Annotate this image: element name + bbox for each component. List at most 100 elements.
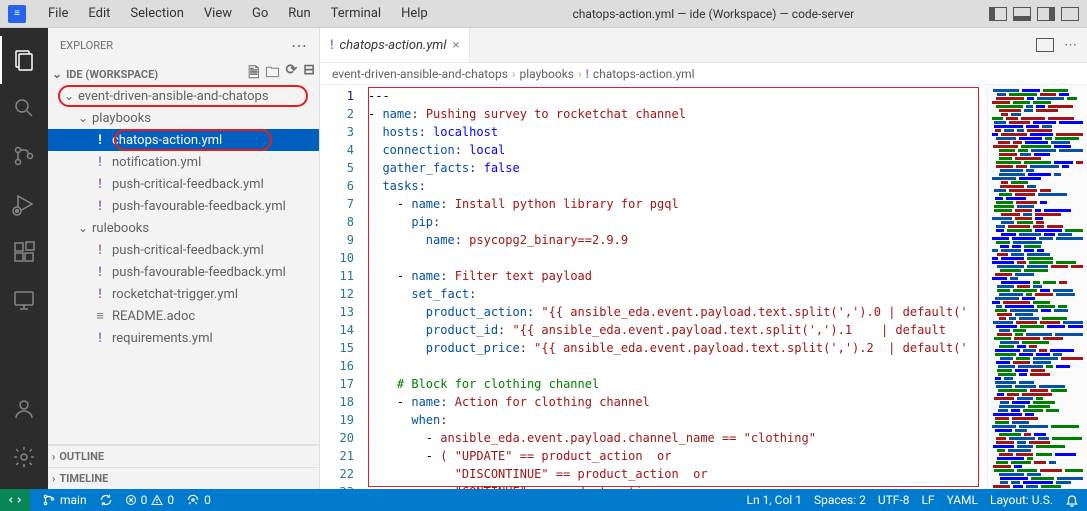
tree-file-notification[interactable]: ! notification.yml bbox=[48, 151, 319, 173]
file-tree: ⌄ event-driven-ansible-and-chatops ⌄ pla… bbox=[48, 85, 319, 444]
status-encoding[interactable]: UTF-8 bbox=[878, 493, 910, 507]
tree-file-requirements[interactable]: ⌄ ! requirements.yml bbox=[48, 327, 319, 349]
status-notifications-icon[interactable] bbox=[1065, 493, 1079, 507]
yaml-file-icon: ! bbox=[586, 67, 589, 81]
tree-label: notification.yml bbox=[112, 155, 201, 170]
tree-file-push-critical-2[interactable]: ! push-critical-feedback.yml bbox=[48, 239, 319, 261]
tree-label: rulebooks bbox=[92, 221, 149, 236]
toggle-sidebar-icon[interactable] bbox=[989, 7, 1007, 21]
tab-bar: ! chatops-action.yml × ⋯ bbox=[320, 28, 1087, 63]
status-problems[interactable]: 0 0 bbox=[125, 493, 175, 507]
activity-bar bbox=[0, 28, 48, 489]
timeline-section-header[interactable]: › Timeline bbox=[48, 467, 319, 489]
tab-close-icon[interactable]: × bbox=[452, 38, 459, 53]
menu-help[interactable]: Help bbox=[391, 2, 438, 25]
outline-label: Outline bbox=[59, 450, 104, 463]
collapse-all-icon[interactable]: ⊟ bbox=[303, 62, 315, 86]
tree-file-push-favourable-2[interactable]: ! push-favourable-feedback.yml bbox=[48, 261, 319, 283]
line-number-gutter: 1234567891011121314151617181920212223 bbox=[320, 85, 368, 489]
menu-selection[interactable]: Selection bbox=[120, 2, 193, 25]
workspace-name: IDE (WORKSPACE) bbox=[66, 68, 158, 81]
tree-label: playbooks bbox=[92, 111, 151, 126]
toggle-panel-icon[interactable] bbox=[1013, 7, 1031, 21]
tree-label: requirements.yml bbox=[112, 331, 213, 346]
outline-section-header[interactable]: › Outline bbox=[48, 445, 319, 467]
editor-more-icon[interactable]: ⋯ bbox=[1064, 38, 1077, 53]
yaml-file-icon: ! bbox=[330, 38, 334, 53]
status-ports[interactable]: 0 bbox=[186, 493, 211, 507]
error-count: 0 bbox=[141, 493, 148, 507]
window-title: chatops-action.yml — ide (Workspace) — c… bbox=[438, 7, 989, 21]
sidebar-more-icon[interactable]: ⋯ bbox=[291, 36, 307, 55]
editor-content[interactable]: 1234567891011121314151617181920212223 --… bbox=[320, 85, 1087, 489]
breadcrumb-seg[interactable]: event-driven-ansible-and-chatops bbox=[332, 67, 508, 81]
breadcrumb[interactable]: event-driven-ansible-and-chatops › playb… bbox=[320, 63, 1087, 85]
chevron-down-icon: ⌄ bbox=[52, 67, 62, 81]
tree-folder-root[interactable]: ⌄ event-driven-ansible-and-chatops bbox=[48, 85, 319, 107]
tree-label: push-critical-feedback.yml bbox=[112, 243, 264, 258]
activity-search-icon[interactable] bbox=[0, 84, 48, 132]
menu-go[interactable]: Go bbox=[242, 2, 278, 25]
new-folder-icon[interactable]: 🗀 bbox=[266, 62, 280, 86]
split-editor-icon[interactable] bbox=[1036, 38, 1054, 52]
tree-folder-playbooks[interactable]: ⌄ playbooks bbox=[48, 107, 319, 129]
menu-view[interactable]: View bbox=[194, 2, 242, 25]
tree-label: rocketchat-trigger.yml bbox=[112, 287, 238, 302]
menu-bar: File Edit Selection View Go Run Terminal… bbox=[38, 2, 438, 25]
timeline-label: Timeline bbox=[59, 472, 108, 485]
tree-label: chatops-action.yml bbox=[112, 133, 222, 148]
tree-file-push-favourable-1[interactable]: ! push-favourable-feedback.yml bbox=[48, 195, 319, 217]
tree-file-rocketchat-trigger[interactable]: ! rocketchat-trigger.yml bbox=[48, 283, 319, 305]
tree-file-push-critical-1[interactable]: ! push-critical-feedback.yml bbox=[48, 173, 319, 195]
code-area[interactable]: ---- name: Pushing survey to rocketchat … bbox=[368, 85, 987, 489]
chevron-down-icon: ⌄ bbox=[78, 111, 92, 125]
menu-file[interactable]: File bbox=[38, 2, 78, 25]
status-indentation[interactable]: Spaces: 2 bbox=[814, 493, 866, 507]
activity-extensions-icon[interactable] bbox=[0, 228, 48, 276]
menu-terminal[interactable]: Terminal bbox=[321, 2, 391, 25]
sidebar-title: Explorer bbox=[60, 39, 113, 52]
tree-folder-rulebooks[interactable]: ⌄ rulebooks bbox=[48, 217, 319, 239]
status-cursor-position[interactable]: Ln 1, Col 1 bbox=[747, 493, 802, 507]
chevron-down-icon: ⌄ bbox=[78, 221, 92, 235]
tree-label: push-critical-feedback.yml bbox=[112, 177, 264, 192]
status-language[interactable]: YAML bbox=[947, 493, 978, 507]
status-sync[interactable] bbox=[99, 493, 113, 507]
workspace-section-header[interactable]: ⌄ IDE (WORKSPACE) 🗎 🗀 ⟳ ⊟ bbox=[48, 63, 319, 85]
menu-edit[interactable]: Edit bbox=[78, 2, 120, 25]
editor-area: ! chatops-action.yml × ⋯ event-driven-an… bbox=[320, 28, 1087, 489]
toggle-secondary-sidebar-icon[interactable] bbox=[1037, 7, 1055, 21]
tab-chatops-action[interactable]: ! chatops-action.yml × bbox=[320, 28, 470, 62]
chevron-down-icon: ⌄ bbox=[64, 89, 78, 103]
breadcrumb-seg[interactable]: chatops-action.yml bbox=[593, 67, 695, 81]
activity-source-control-icon[interactable] bbox=[0, 132, 48, 180]
yaml-file-icon: ! bbox=[92, 133, 108, 148]
activity-settings-icon[interactable] bbox=[0, 433, 48, 481]
branch-name: main bbox=[60, 493, 87, 507]
adoc-file-icon: ≡ bbox=[92, 308, 108, 324]
yaml-file-icon: ! bbox=[92, 331, 108, 346]
chevron-right-icon: › bbox=[52, 472, 55, 485]
yaml-file-icon: ! bbox=[92, 265, 108, 280]
chevron-right-icon: › bbox=[512, 67, 516, 81]
customize-layout-icon[interactable] bbox=[1061, 7, 1079, 21]
tree-file-readme[interactable]: ⌄ ≡ README.adoc bbox=[48, 305, 319, 327]
status-keyboard-layout[interactable]: Layout: U.S. bbox=[990, 493, 1053, 507]
new-file-icon[interactable]: 🗎 bbox=[248, 62, 259, 86]
tree-file-chatops-action[interactable]: ! chatops-action.yml bbox=[48, 129, 319, 151]
status-eol[interactable]: LF bbox=[921, 493, 934, 507]
yaml-file-icon: ! bbox=[92, 177, 108, 192]
statusbar: main 0 0 0 Ln 1, Col 1 Spaces: 2 UTF-8 L… bbox=[0, 489, 1087, 511]
activity-accounts-icon[interactable] bbox=[0, 385, 48, 433]
activity-run-debug-icon[interactable] bbox=[0, 180, 48, 228]
sidebar: Explorer ⋯ ⌄ IDE (WORKSPACE) 🗎 🗀 ⟳ ⊟ ⌄ e… bbox=[48, 28, 320, 489]
activity-explorer-icon[interactable] bbox=[0, 36, 48, 84]
refresh-icon[interactable]: ⟳ bbox=[286, 62, 298, 86]
remote-indicator[interactable] bbox=[0, 489, 30, 511]
status-branch[interactable]: main bbox=[42, 493, 87, 507]
activity-remote-explorer-icon[interactable] bbox=[0, 276, 48, 324]
menu-run[interactable]: Run bbox=[278, 2, 320, 25]
tab-label: chatops-action.yml bbox=[340, 38, 447, 53]
minimap[interactable] bbox=[987, 85, 1087, 489]
breadcrumb-seg[interactable]: playbooks bbox=[520, 67, 574, 81]
